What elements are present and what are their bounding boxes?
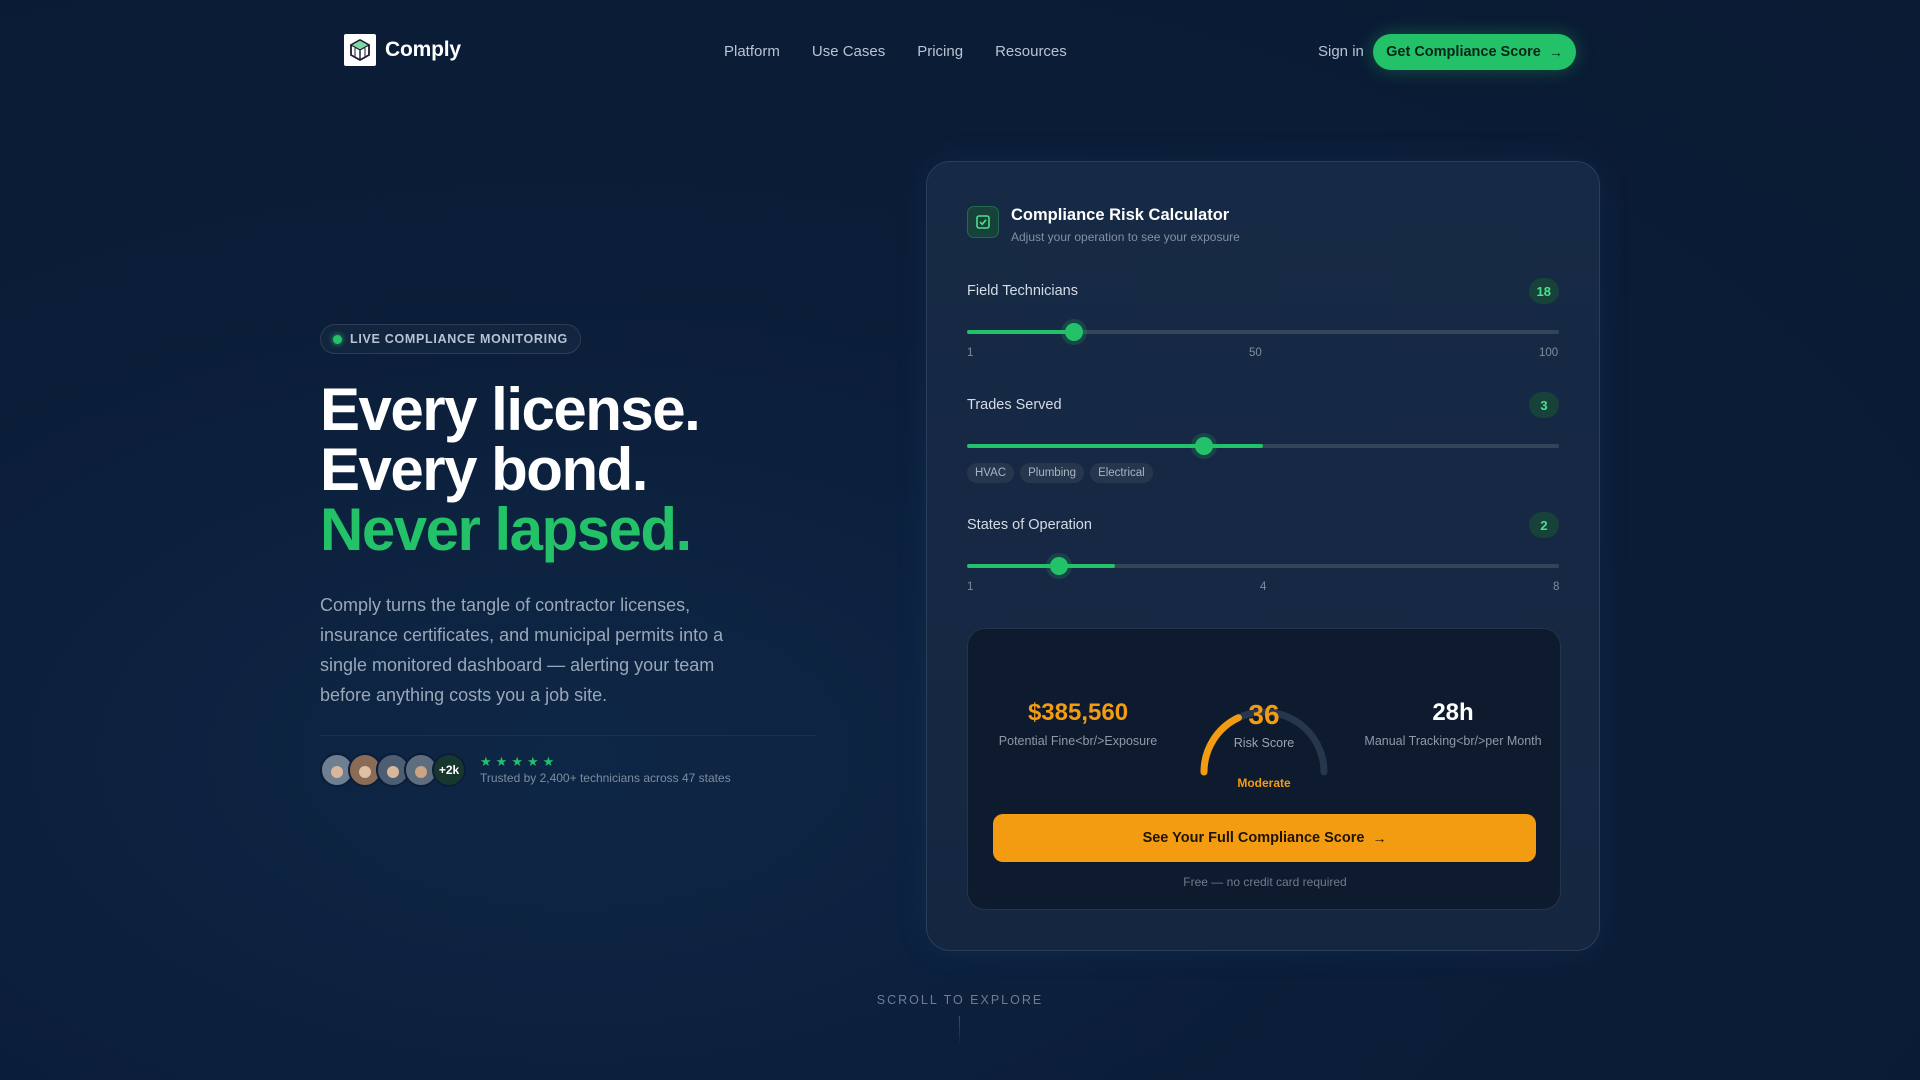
star-icon: ★ bbox=[542, 754, 555, 769]
badge-label: LIVE COMPLIANCE MONITORING bbox=[350, 332, 568, 346]
live-monitoring-badge: LIVE COMPLIANCE MONITORING bbox=[320, 324, 581, 354]
arrow-right-icon: → bbox=[1372, 830, 1387, 846]
headline-line-1: Every license. bbox=[320, 376, 701, 443]
headline-line-3: Never lapsed. bbox=[320, 496, 692, 563]
star-icon: ★ bbox=[480, 754, 492, 769]
states-label: States of Operation bbox=[967, 517, 1092, 533]
technicians-value: 18 bbox=[1528, 278, 1559, 304]
states-slider-fill bbox=[967, 564, 1115, 568]
hero-headline: Every license. Every bond. Never lapsed. bbox=[320, 376, 701, 563]
fine-exposure-value: $385,560 bbox=[1027, 699, 1129, 726]
result-panel: $385,560 Potential Fine<br/>Exposure 36 … bbox=[967, 628, 1561, 910]
states-value: 2 bbox=[1529, 512, 1559, 538]
states-slider[interactable] bbox=[967, 557, 1559, 575]
technicians-label: Field Technicians bbox=[967, 283, 1078, 299]
technicians-tick-max: 100 bbox=[1539, 347, 1559, 359]
states-tick-min: 1 bbox=[967, 581, 974, 593]
fine-exposure-label: Potential Fine<br/>Exposure bbox=[998, 734, 1158, 748]
risk-score-label: Risk Score bbox=[1233, 736, 1295, 750]
manual-hours-label: Manual Tracking<br/>per Month bbox=[1364, 734, 1542, 748]
technicians-slider-fill bbox=[967, 330, 1074, 334]
star-icon: ★ bbox=[495, 754, 508, 769]
full-compliance-score-button[interactable]: See Your Full Compliance Score → bbox=[993, 814, 1536, 862]
sign-in-link[interactable]: Sign in bbox=[1318, 43, 1364, 60]
no-credit-card-note: Free — no credit card required bbox=[1183, 875, 1347, 889]
scroll-indicator-line bbox=[959, 1016, 960, 1046]
full-compliance-score-label: See Your Full Compliance Score bbox=[1142, 830, 1365, 846]
hero-description: Comply turns the tangle of contractor li… bbox=[320, 595, 724, 705]
trades-chips: HVAC Plumbing Electrical bbox=[967, 463, 1159, 483]
headline-line-2: Every bond. bbox=[320, 436, 648, 503]
risk-level-label: Moderate bbox=[1237, 776, 1291, 790]
trades-slider-fill bbox=[967, 444, 1263, 448]
trade-chip-plumbing: Plumbing bbox=[1020, 463, 1085, 483]
states-tick-max: 8 bbox=[1553, 581, 1560, 593]
nav-link-pricing[interactable]: Pricing bbox=[917, 43, 963, 60]
trusted-by-text: Trusted by 2,400+ technicians across 47 … bbox=[480, 771, 731, 785]
trades-label: Trades Served bbox=[967, 397, 1062, 413]
nav-link-use-cases[interactable]: Use Cases bbox=[812, 43, 885, 60]
brand-name: Comply bbox=[385, 38, 461, 61]
hero-divider bbox=[320, 735, 815, 736]
calculator-subtitle: Adjust your operation to see your exposu… bbox=[1011, 230, 1240, 244]
get-compliance-score-button[interactable]: Get Compliance Score → bbox=[1373, 34, 1576, 70]
brand-logo[interactable]: Comply bbox=[344, 34, 461, 66]
calculator-title: Compliance Risk Calculator bbox=[1011, 206, 1230, 224]
avatar-more-count: +2k bbox=[432, 753, 466, 787]
top-nav: Comply Platform Use Cases Pricing Resour… bbox=[0, 0, 1920, 104]
manual-hours-value: 28h bbox=[1432, 699, 1474, 726]
states-tick-mid: 4 bbox=[1260, 581, 1267, 593]
trades-slider-thumb[interactable] bbox=[1194, 437, 1213, 455]
get-compliance-score-label: Get Compliance Score bbox=[1386, 44, 1541, 60]
trades-slider[interactable] bbox=[967, 437, 1559, 455]
nav-links: Platform Use Cases Pricing Resources bbox=[724, 43, 1067, 60]
technicians-slider[interactable] bbox=[967, 323, 1559, 341]
avatar-stack: +2k bbox=[320, 753, 466, 787]
risk-calculator-card: Compliance Risk Calculator Adjust your o… bbox=[926, 161, 1600, 951]
nav-link-resources[interactable]: Resources bbox=[995, 43, 1067, 60]
arrow-right-icon: → bbox=[1548, 44, 1563, 60]
trades-value: 3 bbox=[1529, 392, 1559, 418]
trade-chip-electrical: Electrical bbox=[1090, 463, 1153, 483]
star-icon: ★ bbox=[511, 754, 523, 769]
states-slider-thumb[interactable] bbox=[1049, 557, 1068, 575]
rating-stars: ★ ★ ★ ★ ★ bbox=[480, 754, 554, 770]
technicians-slider-thumb[interactable] bbox=[1064, 323, 1083, 341]
technicians-tick-min: 1 bbox=[967, 347, 974, 359]
technicians-tick-mid: 50 bbox=[1249, 347, 1262, 359]
risk-score-value: 36 bbox=[1248, 699, 1280, 730]
nav-link-platform[interactable]: Platform bbox=[724, 43, 780, 60]
scroll-to-explore[interactable]: SCROLL TO EXPLORE bbox=[0, 993, 1920, 1007]
trade-chip-hvac: HVAC bbox=[967, 463, 1015, 483]
live-status-dot bbox=[333, 334, 342, 344]
star-icon: ★ bbox=[526, 754, 539, 769]
cube-logo-icon bbox=[344, 34, 376, 66]
checkbox-icon bbox=[967, 206, 999, 238]
